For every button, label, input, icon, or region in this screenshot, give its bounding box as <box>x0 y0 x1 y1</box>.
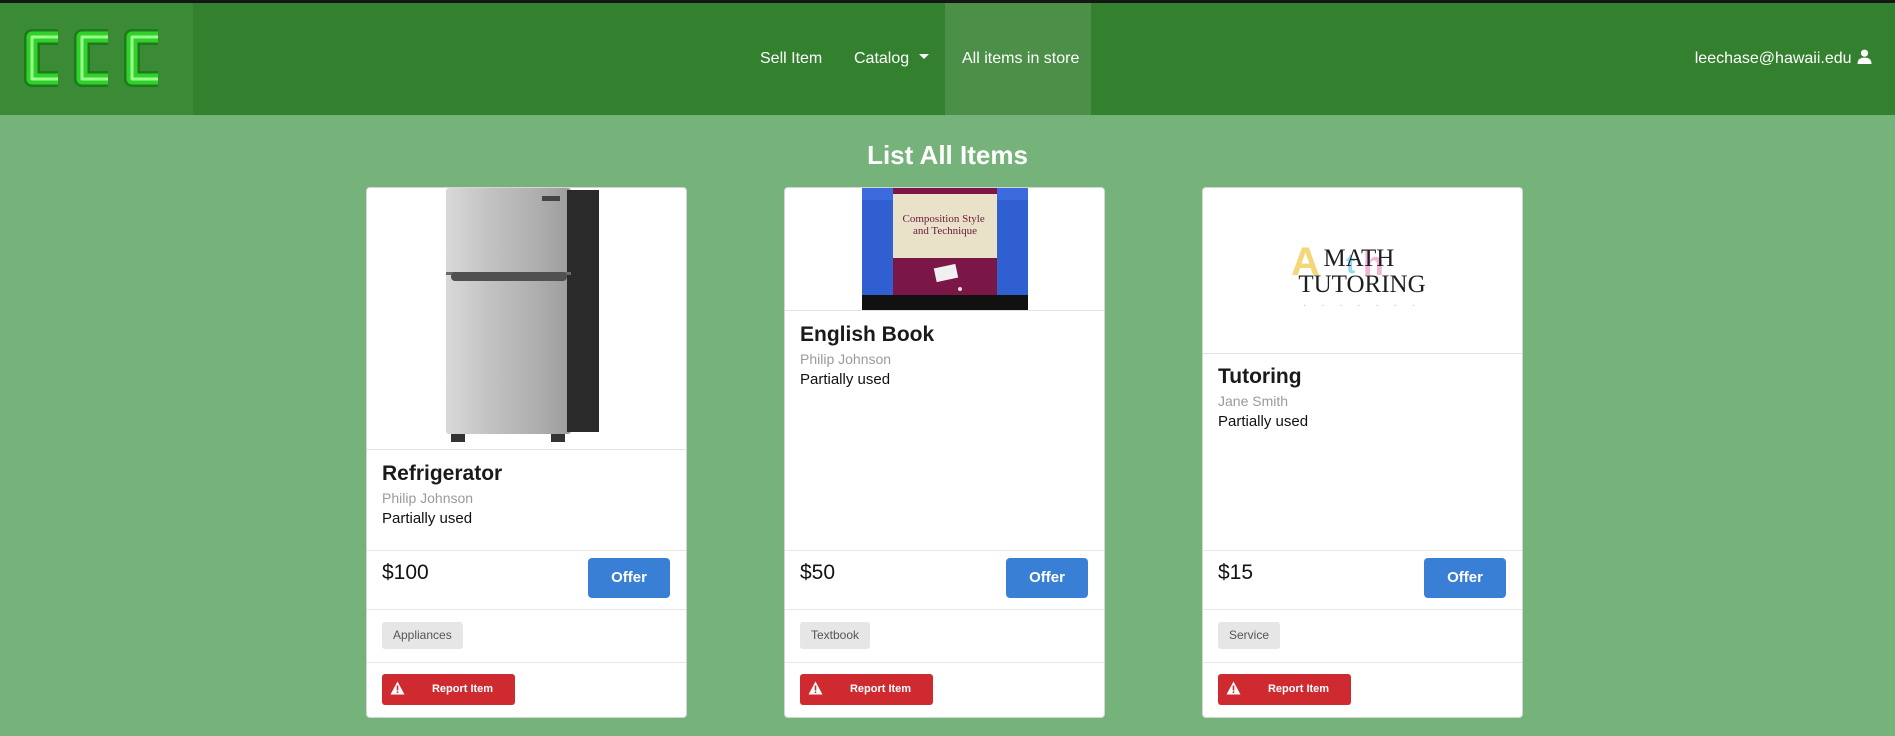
item-owner: Philip Johnson <box>382 490 474 506</box>
category-label[interactable]: Appliances <box>382 622 463 649</box>
divider <box>367 550 686 551</box>
report-item-button[interactable]: Report Item <box>1218 674 1351 705</box>
nav-sell-item[interactable]: Sell Item <box>760 3 822 115</box>
caret-down-icon <box>919 54 930 60</box>
item-details: Tutoring Jane Smith Partially used <box>1218 365 1308 430</box>
divider <box>785 550 1104 551</box>
divider <box>367 609 686 610</box>
item-owner: Philip Johnson <box>800 351 892 367</box>
item-name: Refrigerator <box>382 462 503 485</box>
user-email: leechase@hawaii.edu <box>1694 50 1852 67</box>
item-details: Refrigerator Philip Johnson Partially us… <box>382 462 502 527</box>
category-label[interactable]: Textbook <box>800 622 871 649</box>
divider <box>785 609 1104 610</box>
ccc-logo-icon <box>24 29 158 87</box>
logo[interactable] <box>0 3 193 115</box>
item-card-tutoring: A t h MATH TUTORING · · · · · · · Tutori… <box>1202 187 1523 718</box>
item-price: $15 <box>1218 561 1254 584</box>
report-item-label: Report Item <box>431 683 494 695</box>
report-item-label: Report Item <box>849 683 912 695</box>
item-card-english-book: Composition Style and Technique English … <box>784 187 1105 718</box>
divider <box>367 662 686 663</box>
report-item-button[interactable]: Report Item <box>800 674 933 705</box>
category-label[interactable]: Service <box>1218 622 1281 649</box>
item-card-refrigerator: Refrigerator Philip Johnson Partially us… <box>366 187 687 718</box>
nav-all-items[interactable]: All items in store <box>945 3 1091 115</box>
offer-button[interactable]: Offer <box>1424 558 1506 598</box>
nav-catalog-label: Catalog <box>854 50 910 67</box>
report-item-label: Report Item <box>1267 683 1330 695</box>
user-menu[interactable]: leechase@hawaii.edu <box>1695 3 1872 115</box>
book-cover-text: Composition Style and Technique <box>903 213 988 237</box>
decor-dots: · · · · · · · <box>1303 300 1421 311</box>
item-name: English Book <box>800 323 935 346</box>
item-details: English Book Philip Johnson Partially us… <box>800 323 934 388</box>
item-price: $50 <box>800 561 836 584</box>
item-name: Tutoring <box>1218 365 1302 388</box>
refrigerator-image <box>367 188 686 450</box>
item-condition: Partially used <box>1218 413 1309 430</box>
nav-all-items-label: All items in store <box>962 50 1080 67</box>
item-condition: Partially used <box>382 510 473 527</box>
divider <box>1203 550 1522 551</box>
divider <box>785 662 1104 663</box>
divider <box>1203 662 1522 663</box>
nav-catalog-dropdown[interactable]: Catalog <box>854 3 930 115</box>
offer-button[interactable]: Offer <box>1006 558 1088 598</box>
math-tutoring-image: A t h MATH TUTORING · · · · · · · <box>1203 188 1522 354</box>
page-title: List All Items <box>867 140 1028 170</box>
textbook-image: Composition Style and Technique <box>785 188 1104 311</box>
item-condition: Partially used <box>800 371 891 388</box>
top-navbar: Sell Item Catalog All items in store lee… <box>0 3 1895 115</box>
user-icon <box>1857 49 1872 65</box>
item-owner: Jane Smith <box>1218 393 1289 409</box>
divider <box>1203 609 1522 610</box>
item-price: $100 <box>382 561 429 584</box>
offer-button[interactable]: Offer <box>588 558 670 598</box>
nav-sell-item-label: Sell Item <box>760 50 823 67</box>
report-item-button[interactable]: Report Item <box>382 674 515 705</box>
